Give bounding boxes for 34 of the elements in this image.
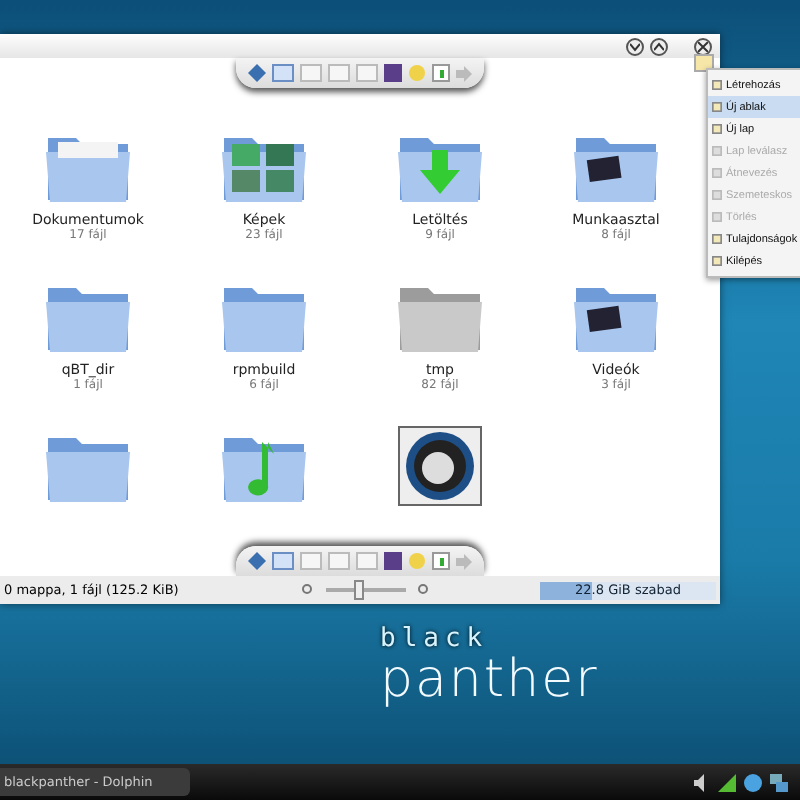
menu-item-icon xyxy=(712,102,722,112)
new-tab-icon[interactable] xyxy=(432,552,450,570)
view-mode-button[interactable] xyxy=(356,64,378,82)
new-tab-icon[interactable] xyxy=(432,64,450,82)
view-mode-button[interactable] xyxy=(300,64,322,82)
navigation-icon[interactable] xyxy=(248,552,266,570)
view-mode-button[interactable] xyxy=(272,552,294,570)
logo-text: black xyxy=(380,624,491,654)
arrow-icon[interactable] xyxy=(456,65,472,81)
close-button[interactable] xyxy=(694,37,712,55)
view-mode-button[interactable] xyxy=(328,64,350,82)
arrow-icon[interactable] xyxy=(456,553,472,569)
view-mode-button[interactable] xyxy=(272,64,294,82)
menu-item-icon xyxy=(712,168,722,178)
menu-item-icon xyxy=(712,146,722,156)
maximize-button[interactable] xyxy=(650,37,668,55)
zoom-out-icon[interactable] xyxy=(301,584,314,596)
logo-text: panther xyxy=(380,654,599,706)
navigation-icon[interactable] xyxy=(248,64,266,82)
slider-thumb[interactable] xyxy=(353,580,364,600)
menu-item-icon xyxy=(712,190,722,200)
zoom-in-icon[interactable] xyxy=(417,584,430,596)
view-mode-button[interactable] xyxy=(356,552,378,570)
menu-item-icon xyxy=(712,124,722,134)
speaker-icon[interactable] xyxy=(692,773,710,791)
view-mode-button[interactable] xyxy=(328,552,350,570)
signal-icon[interactable] xyxy=(718,773,736,791)
network-icon[interactable] xyxy=(770,773,788,791)
menu-item-icon xyxy=(712,256,722,266)
menu-item-icon xyxy=(712,234,722,244)
view-mode-button[interactable] xyxy=(300,552,322,570)
menu-item-icon xyxy=(712,80,722,90)
menu-item-icon xyxy=(712,212,722,222)
minimize-button[interactable] xyxy=(626,37,644,55)
